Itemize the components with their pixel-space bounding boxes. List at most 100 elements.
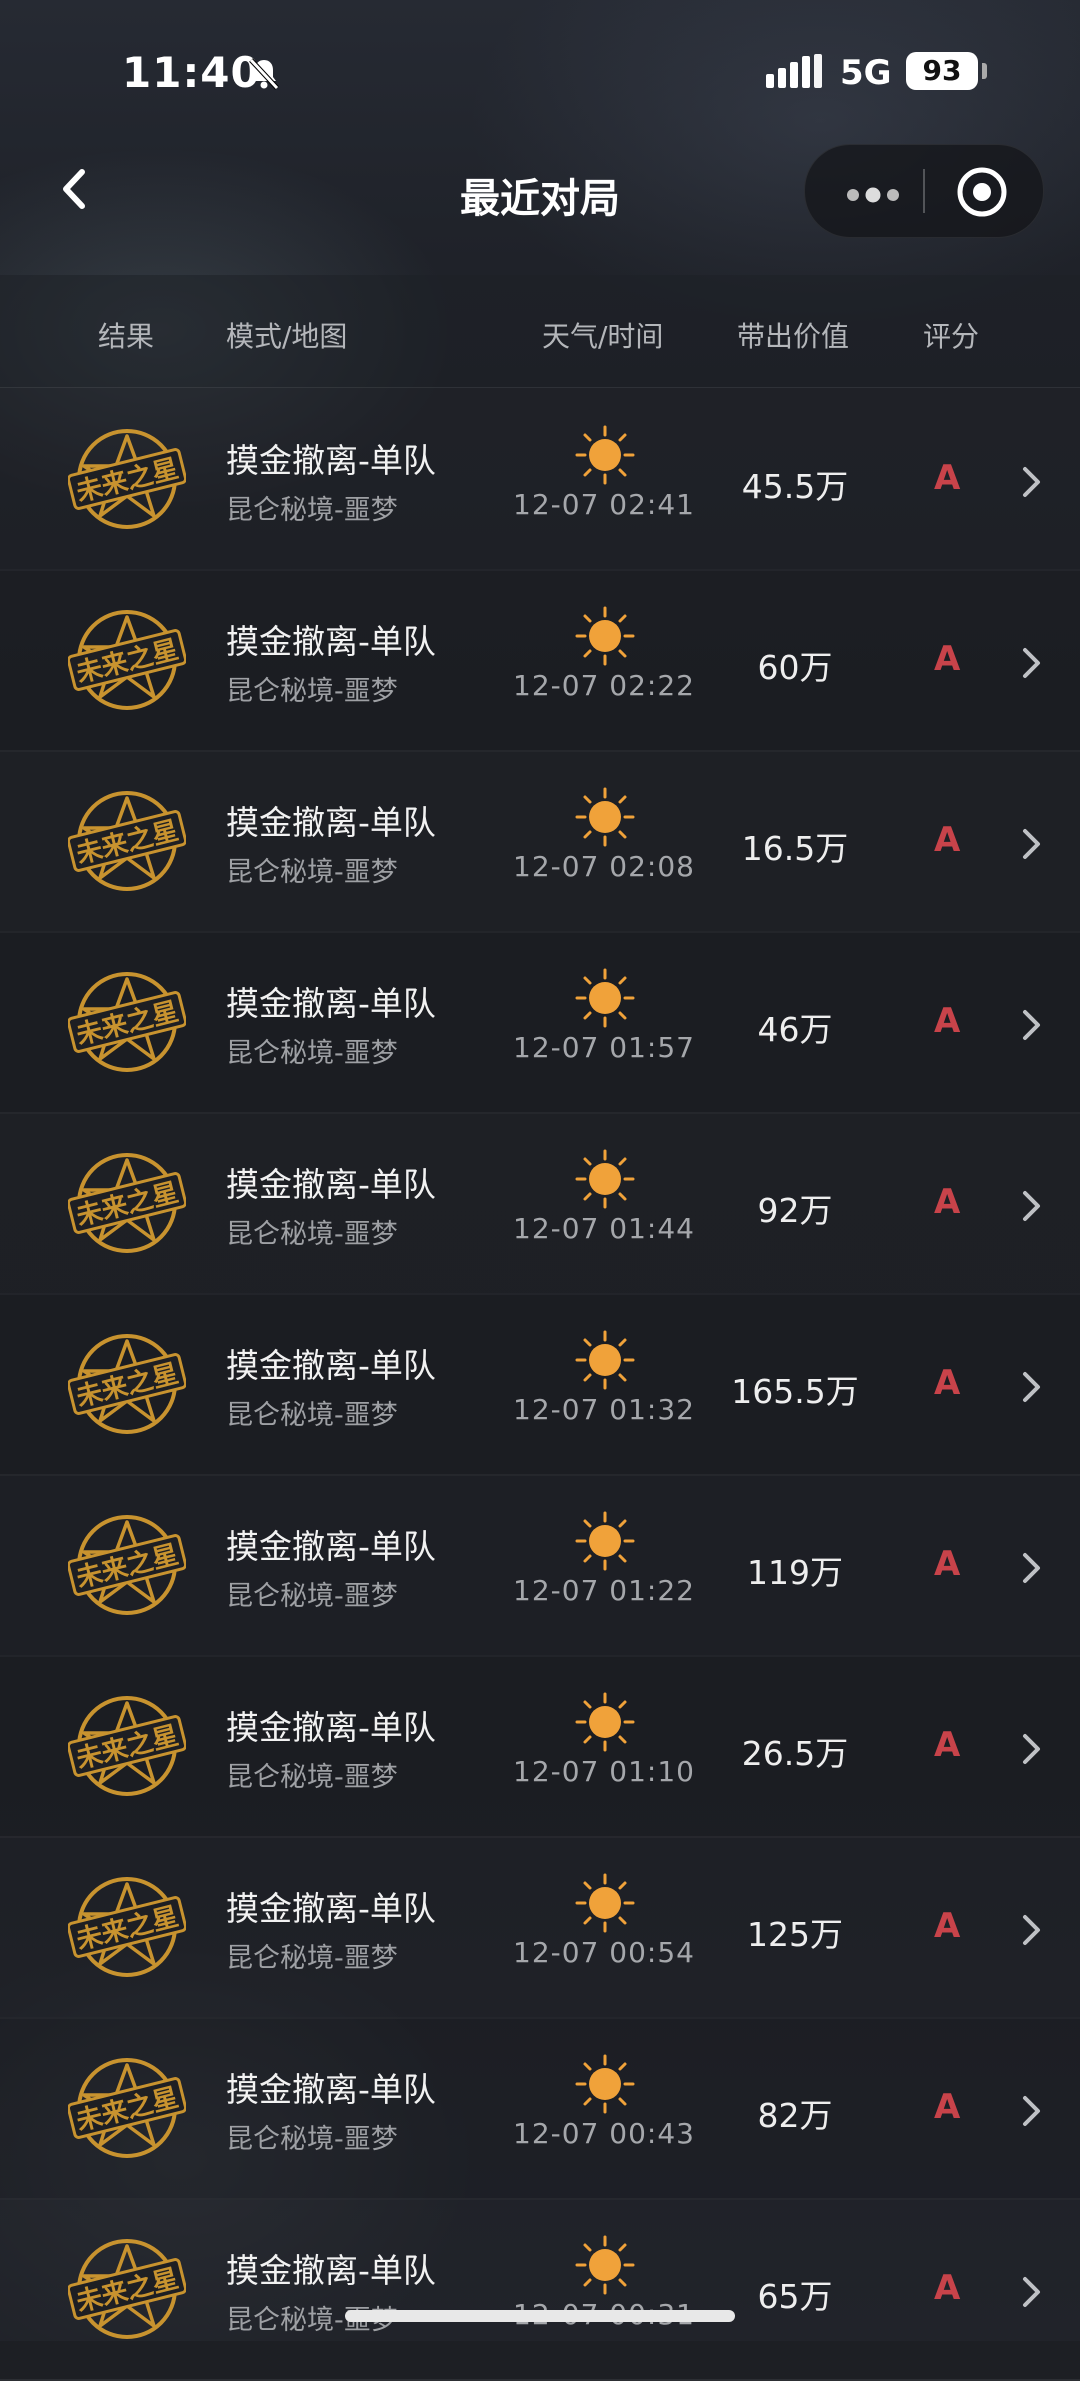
table-header: 结果 模式/地图 天气/时间 带出价值 评分 (0, 275, 1080, 388)
chevron-right-icon[interactable] (1016, 462, 1046, 506)
extracted-value: 119万 (747, 1553, 843, 1592)
chevron-right-icon[interactable] (1016, 1367, 1046, 1411)
match-grade: A (934, 2087, 961, 2127)
match-row[interactable]: 未来之星 摸金撤离-单队 昆仑秘境-噩梦 12-07 01:57 46万 A (0, 931, 1080, 1114)
extracted-value: 26.5万 (741, 1734, 849, 1773)
extracted-value: 46万 (757, 1010, 833, 1049)
chevron-right-icon[interactable] (1016, 2091, 1046, 2135)
match-datetime: 12-07 00:43 (513, 2117, 695, 2150)
chevron-right-icon[interactable] (1016, 2272, 1046, 2316)
match-grade: A (934, 2268, 961, 2308)
future-star-badge-icon: 未来之星 (66, 424, 188, 534)
match-row[interactable]: 未来之星 摸金撤离-单队 昆仑秘境-噩梦 12-07 01:44 92万 A (0, 1112, 1080, 1295)
home-indicator (345, 2310, 735, 2322)
future-star-badge-icon: 未来之星 (66, 967, 188, 1077)
header-grade: 评分 (923, 320, 980, 353)
future-star-badge-icon: 未来之星 (66, 1691, 188, 1801)
match-mode: 摸金撤离-单队 (226, 2070, 436, 2109)
match-row[interactable]: 未来之星 摸金撤离-单队 昆仑秘境-噩梦 12-07 01:22 119万 A (0, 1474, 1080, 1657)
status-bar: 11:40 5G 93 (0, 0, 1080, 140)
match-map: 昆仑秘境-噩梦 (226, 1038, 398, 1069)
future-star-badge-icon: 未来之星 (66, 1872, 188, 1982)
mute-bell-icon (246, 56, 282, 96)
chevron-right-icon[interactable] (1016, 1729, 1046, 1773)
match-row[interactable]: 未来之星 摸金撤离-单队 昆仑秘境-噩梦 12-07 02:22 60万 A (0, 569, 1080, 752)
status-time: 11:40 (122, 48, 261, 97)
match-grade: A (934, 458, 961, 498)
match-grade: A (934, 1363, 961, 1403)
extracted-value: 82万 (757, 2096, 833, 2135)
match-mode: 摸金撤离-单队 (226, 803, 436, 842)
sun-icon (574, 1329, 636, 1395)
match-grade: A (934, 1544, 961, 1584)
future-star-badge-icon: 未来之星 (66, 1510, 188, 1620)
chevron-right-icon[interactable] (1016, 1005, 1046, 1049)
match-mode: 摸金撤离-单队 (226, 1708, 436, 1747)
battery-tip (982, 63, 987, 79)
match-mode: 摸金撤离-单队 (226, 1527, 436, 1566)
match-datetime: 12-07 01:10 (513, 1755, 695, 1788)
sun-icon (574, 424, 636, 490)
match-row[interactable]: 未来之星 摸金撤离-单队 昆仑秘境-噩梦 12-07 00:43 82万 A (0, 2017, 1080, 2200)
future-star-badge-icon: 未来之星 (66, 605, 188, 715)
navigation-bar: 最近对局 (0, 140, 1080, 270)
match-map: 昆仑秘境-噩梦 (226, 1762, 398, 1793)
future-star-badge-icon: 未来之星 (66, 2053, 188, 2163)
match-row[interactable]: 未来之星 摸金撤离-单队 昆仑秘境-噩梦 12-07 00:54 125万 A (0, 1836, 1080, 2019)
mini-program-capsule (804, 144, 1044, 238)
close-target-icon[interactable] (955, 165, 1009, 223)
extracted-value: 16.5万 (741, 829, 849, 868)
extracted-value: 45.5万 (741, 467, 849, 506)
match-grade: A (934, 1001, 961, 1041)
future-star-badge-icon: 未来之星 (66, 1148, 188, 1258)
match-row[interactable]: 未来之星 摸金撤离-单队 昆仑秘境-噩梦 12-07 02:08 16.5万 A (0, 750, 1080, 933)
sun-icon (574, 605, 636, 671)
match-grade: A (934, 820, 961, 860)
chevron-right-icon[interactable] (1016, 1910, 1046, 1954)
match-row[interactable]: 未来之星 摸金撤离-单队 昆仑秘境-噩梦 12-07 02:41 45.5万 A (0, 388, 1080, 571)
signal-icon (766, 54, 826, 92)
chevron-right-icon[interactable] (1016, 643, 1046, 687)
future-star-badge-icon: 未来之星 (66, 786, 188, 896)
match-map: 昆仑秘境-噩梦 (226, 495, 398, 526)
match-datetime: 12-07 00:54 (513, 1936, 695, 1969)
extracted-value: 92万 (757, 1191, 833, 1230)
match-datetime: 12-07 02:08 (513, 850, 695, 883)
extracted-value: 60万 (757, 648, 833, 687)
match-row[interactable]: 未来之星 摸金撤离-单队 昆仑秘境-噩梦 12-07 01:10 26.5万 A (0, 1655, 1080, 1838)
match-mode: 摸金撤离-单队 (226, 1889, 436, 1928)
match-row[interactable]: 未来之星 摸金撤离-单队 昆仑秘境-噩梦 12-07 01:32 165.5万 … (0, 1293, 1080, 1476)
capsule-divider (923, 169, 925, 213)
match-map: 昆仑秘境-噩梦 (226, 676, 398, 707)
match-datetime: 12-07 01:57 (513, 1031, 695, 1064)
match-mode: 摸金撤离-单队 (226, 622, 436, 661)
match-mode: 摸金撤离-单队 (226, 1346, 436, 1385)
match-datetime: 12-07 01:22 (513, 1574, 695, 1607)
chevron-right-icon[interactable] (1016, 824, 1046, 868)
match-map: 昆仑秘境-噩梦 (226, 1219, 398, 1250)
chevron-right-icon[interactable] (1016, 1186, 1046, 1230)
future-star-badge-icon: 未来之星 (66, 1329, 188, 1439)
match-map: 昆仑秘境-噩梦 (226, 1943, 398, 1974)
battery-level: 93 (906, 52, 978, 90)
match-map: 昆仑秘境-噩梦 (226, 1581, 398, 1612)
sun-icon (574, 2234, 636, 2300)
match-grade: A (934, 1182, 961, 1222)
match-datetime: 12-07 02:22 (513, 669, 695, 702)
match-mode: 摸金撤离-单队 (226, 984, 436, 1023)
sun-icon (574, 1691, 636, 1757)
sun-icon (574, 2053, 636, 2119)
header-mode-map: 模式/地图 (226, 320, 348, 353)
sun-icon (574, 1148, 636, 1214)
match-row[interactable]: 未来之星 摸金撤离-单队 昆仑秘境-噩梦 12-07 00:31 65万 A (0, 2198, 1080, 2381)
extracted-value: 125万 (747, 1915, 843, 1954)
extracted-value: 165.5万 (731, 1372, 859, 1411)
chevron-right-icon[interactable] (1016, 1548, 1046, 1592)
more-dots-icon[interactable] (845, 187, 901, 207)
header-value: 带出价值 (737, 320, 850, 353)
match-grade: A (934, 639, 961, 679)
sun-icon (574, 1872, 636, 1938)
future-star-badge-icon: 未来之星 (66, 2234, 188, 2344)
header-weather-time: 天气/时间 (542, 320, 664, 353)
match-datetime: 12-07 01:32 (513, 1393, 695, 1426)
